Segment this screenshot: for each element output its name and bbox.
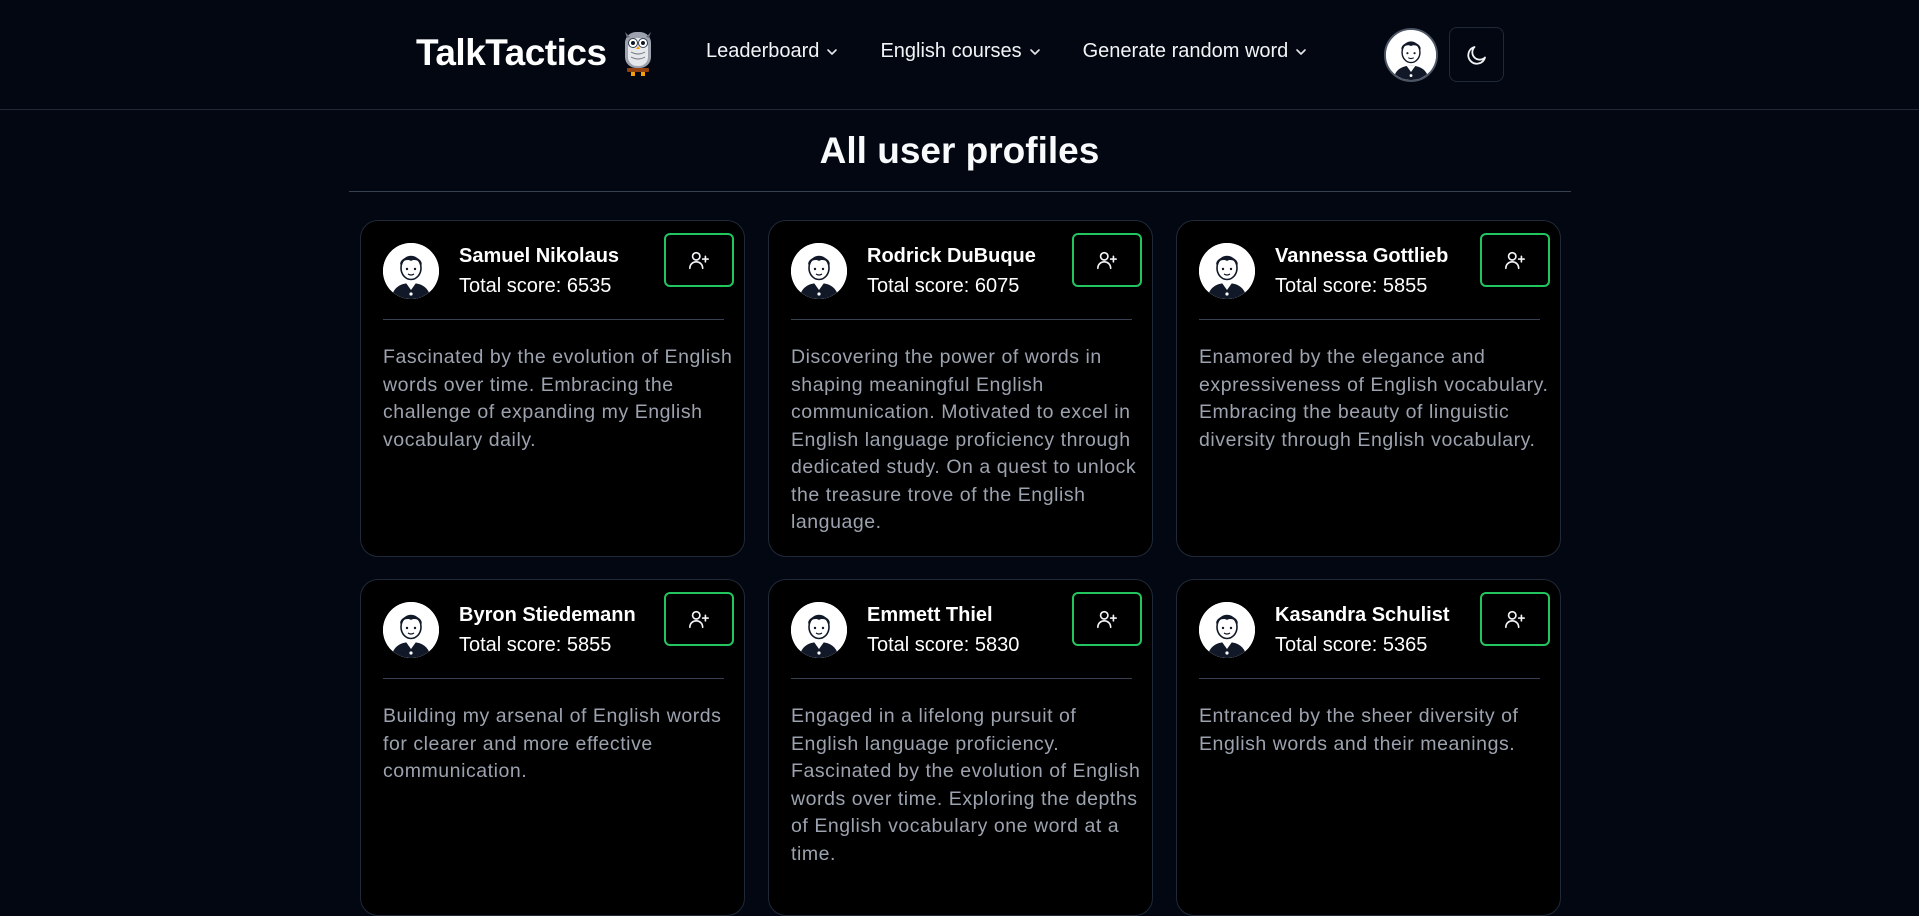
add-friend-button[interactable] <box>1072 233 1142 287</box>
profile-card: Kasandra Schulist Total score: 5365 Entr… <box>1176 579 1561 916</box>
brand-name: TalkTactics <box>416 32 607 73</box>
profile-avatar[interactable] <box>383 602 439 658</box>
profile-avatar[interactable] <box>1199 243 1255 299</box>
user-avatar-button[interactable] <box>1384 28 1438 82</box>
profile-name[interactable]: Samuel Nikolaus <box>459 245 619 268</box>
add-friend-button[interactable] <box>1480 592 1550 646</box>
add-friend-button[interactable] <box>664 233 734 287</box>
profile-bio: Building my arsenal of English words for… <box>383 705 722 782</box>
profile-divider <box>1199 678 1540 679</box>
user-avatar-icon <box>383 243 439 299</box>
profile-card: Byron Stiedemann Total score: 5855 Build… <box>360 579 745 916</box>
page-title: All user profiles <box>819 130 1100 171</box>
profiles-grid: Samuel Nikolaus Total score: 6535 Fascin… <box>360 220 1561 916</box>
user-avatar-icon <box>1199 243 1255 299</box>
profile-info: Samuel Nikolaus Total score: 6535 <box>459 245 619 298</box>
add-friend-button[interactable] <box>664 592 734 646</box>
profile-info: Rodrick DuBuque Total score: 6075 <box>867 245 1036 298</box>
profile-total-score: Total score: 5855 <box>1275 275 1428 297</box>
profile-name[interactable]: Vannessa Gottlieb <box>1275 245 1448 268</box>
profile-divider <box>383 678 724 679</box>
profile-total-score: Total score: 5830 <box>867 634 1020 656</box>
profile-info: Byron Stiedemann Total score: 5855 <box>459 604 636 657</box>
chevron-down-icon <box>1296 48 1307 55</box>
user-avatar-icon <box>1386 30 1436 80</box>
profile-bio: Entranced by the sheer diversity of Engl… <box>1199 705 1519 755</box>
user-plus-icon <box>1505 610 1525 629</box>
profile-avatar[interactable] <box>1199 602 1255 658</box>
user-plus-icon <box>689 610 709 629</box>
nav-english-courses-dropdown[interactable]: English courses <box>880 40 1040 63</box>
nav-english-courses-label: English courses <box>880 40 1022 62</box>
nav-leaderboard-label: Leaderboard <box>706 40 820 62</box>
user-plus-icon <box>1505 251 1525 270</box>
profile-card: Emmett Thiel Total score: 5830 Engaged i… <box>768 579 1153 916</box>
add-friend-button[interactable] <box>1072 592 1142 646</box>
profile-card: Samuel Nikolaus Total score: 6535 Fascin… <box>360 220 745 557</box>
profile-name[interactable]: Byron Stiedemann <box>459 604 636 627</box>
profile-name[interactable]: Rodrick DuBuque <box>867 245 1036 268</box>
profile-divider <box>383 319 724 320</box>
profile-total-score: Total score: 6075 <box>867 275 1020 297</box>
brand-logo-link[interactable]: TalkTactics <box>416 28 655 78</box>
moon-icon <box>1466 45 1486 65</box>
profile-bio: Fascinated by the evolution of English w… <box>383 346 733 451</box>
profile-divider <box>791 678 1132 679</box>
owl-icon <box>624 32 651 76</box>
profile-card: Vannessa Gottlieb Total score: 5855 Enam… <box>1176 220 1561 557</box>
user-plus-icon <box>1097 610 1117 629</box>
profile-info: Emmett Thiel Total score: 5830 <box>867 604 1019 657</box>
profile-card: Rodrick DuBuque Total score: 6075 Discov… <box>768 220 1153 557</box>
user-avatar-icon <box>1199 602 1255 658</box>
navbar: TalkTactics Leaderboard English courses <box>0 0 1919 110</box>
user-avatar-icon <box>791 602 847 658</box>
profile-total-score: Total score: 6535 <box>459 275 612 297</box>
profile-avatar[interactable] <box>383 243 439 299</box>
profile-bio: Engaged in a lifelong pursuit of English… <box>791 705 1141 865</box>
add-friend-button[interactable] <box>1480 233 1550 287</box>
profile-divider <box>791 319 1132 320</box>
profile-bio: Discovering the power of words in shapin… <box>791 346 1137 533</box>
profile-name[interactable]: Emmett Thiel <box>867 604 1019 627</box>
profile-total-score: Total score: 5365 <box>1275 634 1428 656</box>
user-avatar-icon <box>383 602 439 658</box>
profile-avatar[interactable] <box>791 602 847 658</box>
chevron-down-icon <box>827 48 838 55</box>
title-divider <box>349 191 1571 192</box>
profile-avatar[interactable] <box>791 243 847 299</box>
nav-random-word-label: Generate random word <box>1082 40 1289 62</box>
chevron-down-icon <box>1029 48 1040 55</box>
profile-divider <box>1199 319 1540 320</box>
profile-total-score: Total score: 5855 <box>459 634 612 656</box>
user-plus-icon <box>1097 251 1117 270</box>
nav-leaderboard-dropdown[interactable]: Leaderboard <box>706 40 838 63</box>
nav-random-word-dropdown[interactable]: Generate random word <box>1083 40 1308 63</box>
profile-name[interactable]: Kasandra Schulist <box>1275 604 1450 627</box>
user-plus-icon <box>689 251 709 270</box>
user-avatar-icon <box>791 243 847 299</box>
main-nav: Leaderboard English courses Generate ran… <box>706 40 1349 63</box>
profile-bio: Enamored by the elegance and expressiven… <box>1199 346 1549 451</box>
profile-info: Vannessa Gottlieb Total score: 5855 <box>1275 245 1448 298</box>
theme-toggle-button[interactable] <box>1449 27 1504 82</box>
profile-info: Kasandra Schulist Total score: 5365 <box>1275 604 1450 657</box>
